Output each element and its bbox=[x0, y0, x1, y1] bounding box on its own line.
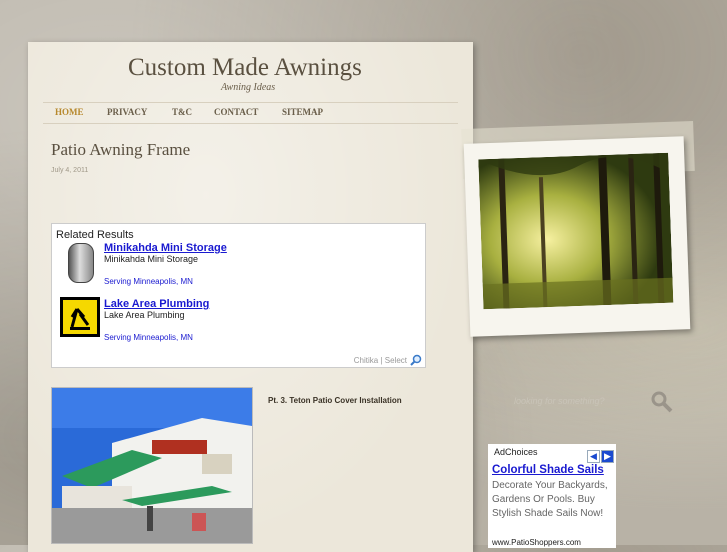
related-link-lake-area[interactable]: Lake Area Plumbing bbox=[104, 298, 209, 310]
adsense-ad[interactable]: AdChoices ◀ ▶ Colorful Shade Sails Decora… bbox=[488, 444, 616, 548]
forest-image bbox=[478, 152, 674, 310]
adchoices-label[interactable]: AdChoices bbox=[494, 447, 538, 457]
related-location[interactable]: Serving Minneapolis, MN bbox=[104, 277, 193, 286]
related-subtitle: Lake Area Plumbing bbox=[104, 310, 185, 320]
search-icon[interactable] bbox=[650, 390, 674, 414]
main-nav: HOME PRIVACY T&C CONTACT SITEMAP bbox=[43, 102, 458, 124]
ad-title-link[interactable]: Colorful Shade Sails bbox=[492, 464, 604, 476]
related-results-header: Related Results bbox=[56, 229, 134, 241]
post-title[interactable]: Patio Awning Frame bbox=[51, 140, 190, 160]
ad-navigation[interactable]: ◀ ▶ bbox=[586, 446, 614, 464]
awning-photo[interactable] bbox=[51, 387, 253, 544]
storage-thumbnail[interactable] bbox=[68, 243, 94, 283]
nav-item-privacy[interactable]: PRIVACY bbox=[107, 107, 147, 117]
ad-next-icon[interactable]: ▶ bbox=[601, 450, 614, 463]
chitika-footer[interactable]: Chitika | Select bbox=[354, 356, 407, 365]
nav-item-tc[interactable]: T&C bbox=[172, 107, 192, 117]
magnifier-icon[interactable] bbox=[410, 354, 422, 366]
site-title[interactable]: Custom Made Awnings bbox=[128, 54, 362, 82]
nav-item-sitemap[interactable]: SITEMAP bbox=[282, 107, 323, 117]
related-subtitle: Minikahda Mini Storage bbox=[104, 254, 199, 264]
site-tagline: Awning Ideas bbox=[221, 82, 276, 93]
nav-item-contact[interactable]: CONTACT bbox=[214, 107, 258, 117]
sidebar-search[interactable]: looking for something? bbox=[474, 380, 694, 425]
post-date: July 4, 2011 bbox=[51, 167, 89, 174]
nav-item-home[interactable]: HOME bbox=[55, 107, 84, 117]
search-input[interactable]: looking for something? bbox=[514, 396, 605, 406]
main-content-panel: Custom Made Awnings Awning Ideas HOME PR… bbox=[28, 42, 473, 552]
yellow-pages-icon[interactable] bbox=[60, 297, 100, 337]
ad-url[interactable]: www.PatioShoppers.com bbox=[492, 538, 581, 547]
forest-photo-frame bbox=[463, 136, 691, 337]
related-link-minikahda[interactable]: Minikahda Mini Storage bbox=[104, 242, 227, 254]
related-results-box: Related Results Minikahda Mini Storage M… bbox=[51, 223, 426, 368]
related-location[interactable]: Serving Minneapolis, MN bbox=[104, 333, 193, 342]
video-caption[interactable]: Pt. 3. Teton Patio Cover Installation bbox=[268, 396, 402, 405]
ad-body-text: Decorate Your Backyards, Gardens Or Pool… bbox=[492, 480, 608, 519]
ad-prev-icon[interactable]: ◀ bbox=[587, 450, 600, 463]
